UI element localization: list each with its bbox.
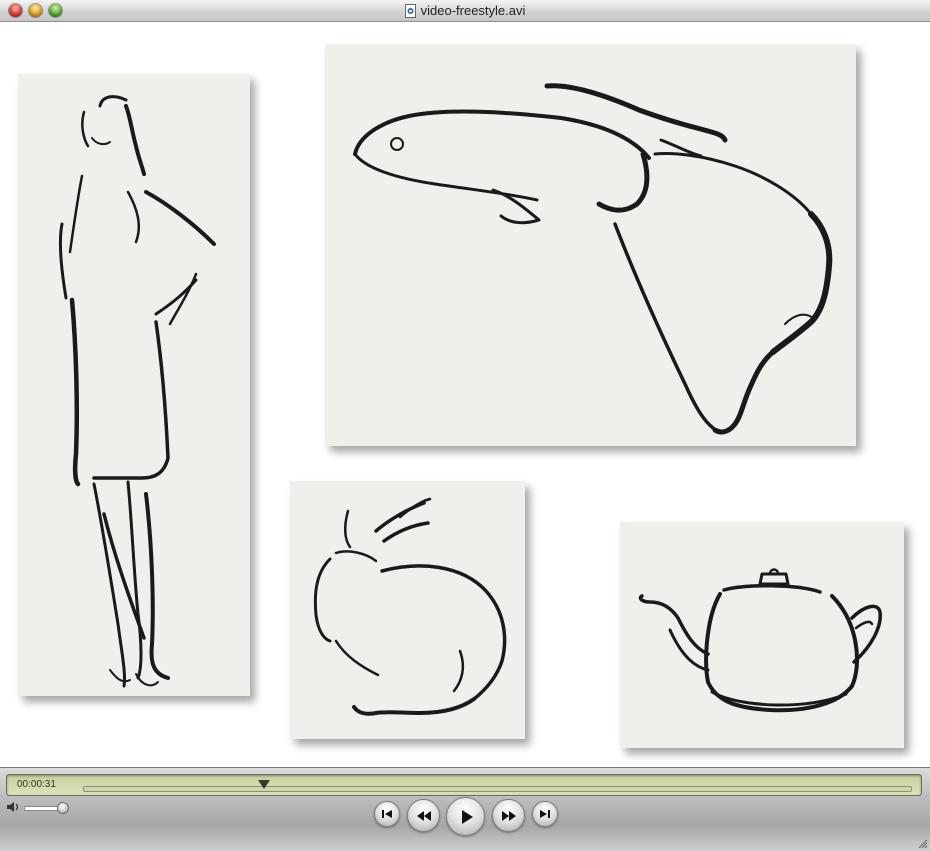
sketch-fish: [325, 44, 856, 446]
rabbit-sketch-drawing: [313, 497, 507, 716]
fish-sketch-drawing: [353, 83, 833, 435]
rewind-button[interactable]: [407, 799, 440, 832]
window-title-container: video-freestyle.avi: [0, 3, 930, 18]
fast-forward-icon: [501, 810, 516, 821]
playhead-handle[interactable]: [258, 780, 270, 789]
play-icon: [461, 809, 473, 824]
sketch-rabbit: [290, 481, 525, 739]
resize-grip-icon[interactable]: [916, 837, 928, 849]
teapot-sketch-drawing: [638, 568, 882, 713]
rewind-icon: [416, 810, 431, 821]
movie-document-icon: [404, 4, 416, 18]
window-title: video-freestyle.avi: [420, 3, 526, 18]
player-controls: 00:00:31: [0, 767, 930, 851]
volume-knob[interactable]: [57, 802, 69, 814]
sketch-teapot: [620, 522, 904, 748]
skip-to-start-icon: [382, 810, 392, 818]
woman-sketch-drawing: [58, 95, 216, 688]
title-bar[interactable]: video-freestyle.avi: [0, 0, 930, 22]
current-time: 00:00:31: [17, 779, 56, 790]
fast-forward-button[interactable]: [492, 799, 525, 832]
play-button[interactable]: [446, 797, 485, 836]
timeline-display: 00:00:31: [6, 774, 922, 796]
speaker-icon[interactable]: [6, 801, 20, 813]
timeline-scrubber[interactable]: [83, 786, 912, 792]
skip-to-start-button[interactable]: [374, 801, 400, 827]
sketch-woman: [18, 74, 250, 696]
skip-to-end-icon: [540, 810, 550, 818]
skip-to-end-button[interactable]: [532, 801, 558, 827]
video-frame: [0, 22, 930, 767]
